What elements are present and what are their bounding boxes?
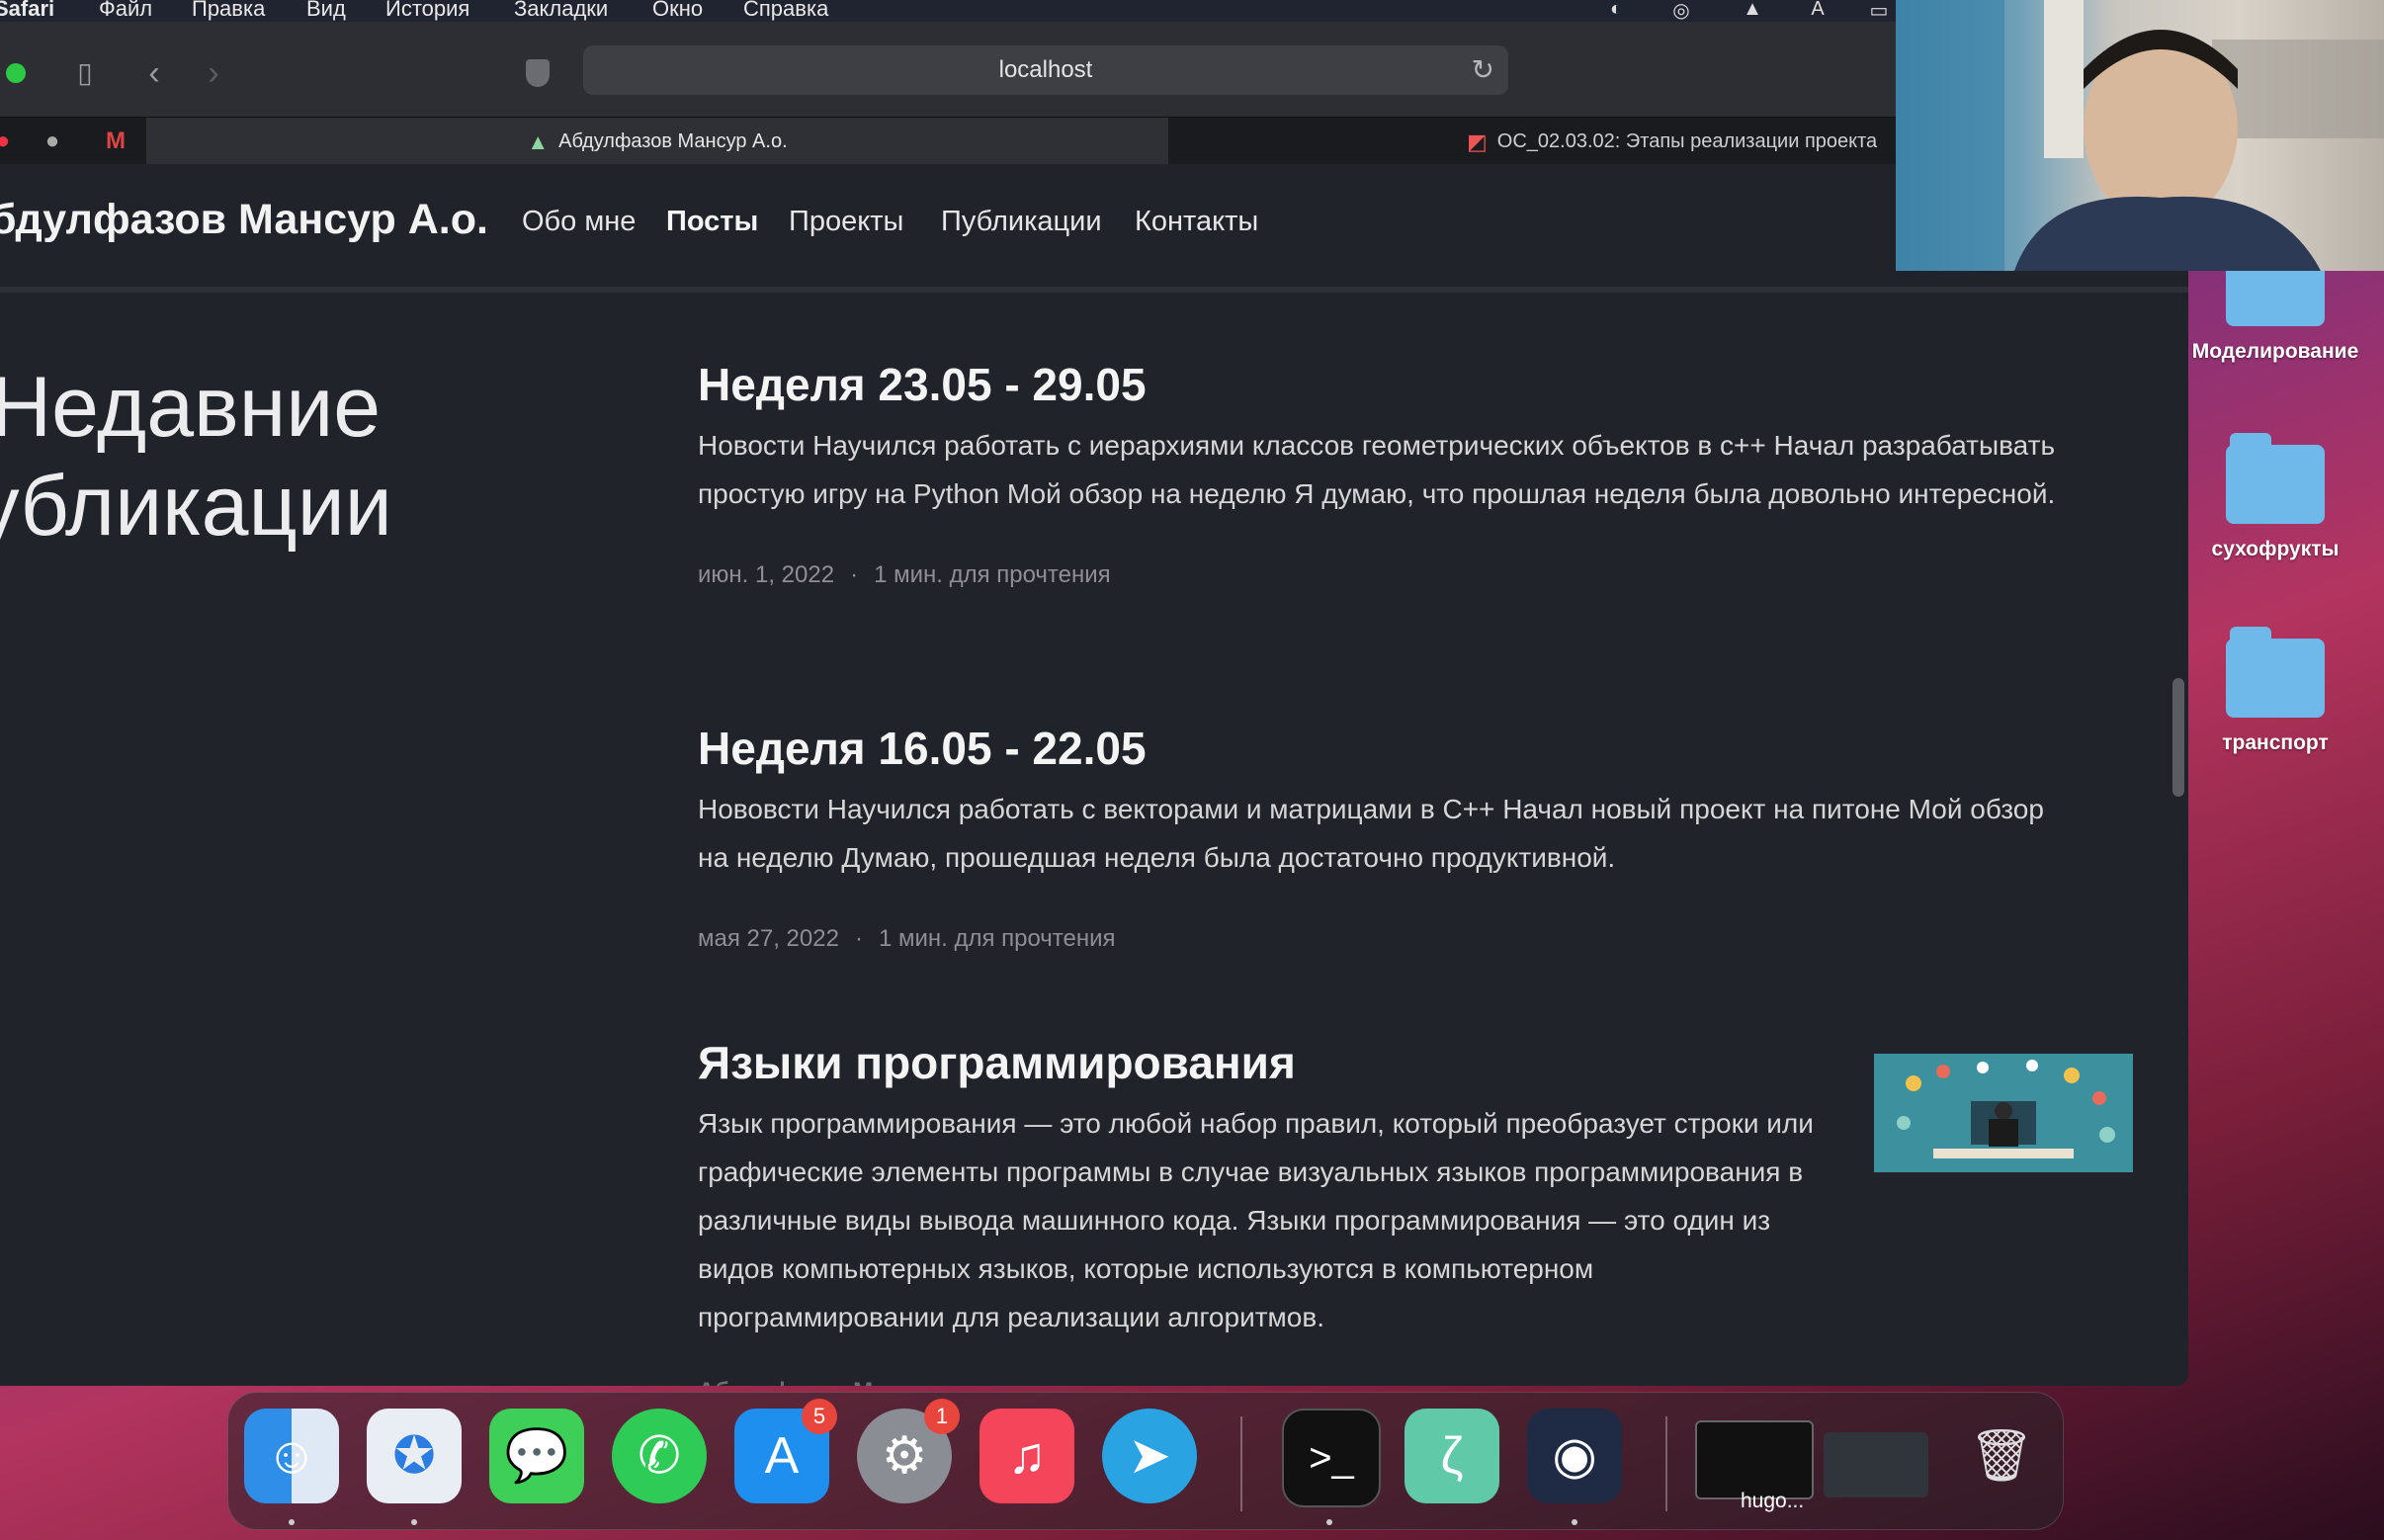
dock: ☺ ✪ 💬 ✆ A5 ⚙ 1 ♫ ➤ >_ ζ ◉ hugo... 🗑 <box>227 1392 2064 1530</box>
dock-separator <box>1665 1416 1667 1511</box>
status-icon-2[interactable]: ◎ <box>1666 0 1696 22</box>
post-card[interactable]: Неделя 16.05 - 22.05 Нововсти Научился р… <box>698 722 2082 953</box>
app-store-badge: 5 <box>802 1399 837 1434</box>
nav-contacts[interactable]: Контакты <box>1135 206 1258 238</box>
post-title[interactable]: Языки программирования <box>698 1036 1844 1089</box>
menu-app-name[interactable]: Safari <box>0 0 54 22</box>
site-favicon-icon: ▲ <box>527 128 550 154</box>
url-text: localhost <box>998 56 1093 83</box>
system-preferences-badge: 1 <box>924 1399 960 1434</box>
section-title: Недавние публикации <box>0 358 392 556</box>
dock-system-preferences-icon[interactable]: ⚙ 1 <box>857 1399 960 1503</box>
tab-active[interactable]: ▲ Абдулфазов Мансур А.о. <box>146 118 1168 165</box>
running-indicator <box>1572 1519 1577 1525</box>
menu-edit[interactable]: Правка <box>192 0 265 22</box>
post-title[interactable]: Неделя 16.05 - 22.05 <box>698 722 2082 775</box>
pinned-tab-apple-icon[interactable]: ● <box>36 126 69 157</box>
reload-icon[interactable]: ↻ <box>1472 45 1494 95</box>
tab-title: Абдулфазов Мансур А.о. <box>558 130 788 152</box>
post-date: июн. 1, 2022 <box>698 561 835 588</box>
folder-label: Моделирование <box>2191 340 2359 363</box>
nav-publications[interactable]: Публикации <box>941 206 1102 238</box>
window-zoom-button[interactable] <box>6 63 26 83</box>
dock-whatsapp-icon[interactable]: ✆ <box>612 1409 707 1503</box>
post-author-partial: Абдулфазов Мансур <box>698 1378 941 1386</box>
dock-scrivener-icon[interactable]: ζ <box>1405 1409 1499 1503</box>
nav-projects[interactable]: Проекты <box>789 206 903 238</box>
dock-app-store-icon[interactable]: A5 <box>734 1399 837 1503</box>
dock-minimized-finder-window[interactable] <box>1824 1432 1928 1497</box>
desktop-folder-dried-fruits[interactable]: сухофрукты <box>2176 433 2374 561</box>
menu-view[interactable]: Вид <box>306 0 346 22</box>
menu-bookmarks[interactable]: Закладки <box>514 0 608 22</box>
section-title-line-2: публикации <box>0 459 392 554</box>
menu-history[interactable]: История <box>385 0 469 22</box>
folder-icon <box>2226 433 2325 524</box>
dock-telegram-icon[interactable]: ➤ <box>1102 1409 1197 1503</box>
back-icon[interactable]: ‹ <box>132 51 176 95</box>
pinned-tab-1[interactable]: ● <box>0 126 20 157</box>
dock-messages-icon[interactable]: 💬 <box>489 1409 584 1503</box>
dock-trash-icon[interactable]: 🗑 <box>1954 1409 2049 1503</box>
running-indicator <box>1326 1519 1332 1525</box>
safari-window: ▯ ‹ › localhost ↻ ● ● M ▲ Абдулфазов Манс… <box>0 22 2188 1386</box>
webcam-overlay <box>1896 0 2384 271</box>
dock-minimized-terminal-window[interactable] <box>1695 1420 1814 1499</box>
forward-icon[interactable]: › <box>192 51 235 95</box>
folder-icon <box>2226 627 2325 718</box>
post-card[interactable]: Неделя 23.05 - 29.05 Новости Научился ра… <box>698 358 2082 589</box>
nav-posts[interactable]: Посты <box>666 206 758 238</box>
post-summary: Язык программирования — это любой набор … <box>698 1108 1814 1332</box>
folder-label: сухофрукты <box>2211 538 2340 560</box>
post-meta: мая 27, 2022 · 1 мин. для прочтения <box>698 925 1116 952</box>
sidebar-toggle-icon[interactable]: ▯ <box>63 51 107 95</box>
post-card[interactable]: Языки программирования Язык программиров… <box>698 1036 1844 1341</box>
nav-about[interactable]: Обо мне <box>522 206 636 238</box>
post-title[interactable]: Неделя 23.05 - 29.05 <box>698 358 2082 411</box>
dock-separator <box>1240 1416 1242 1511</box>
course-favicon-icon: ◩ <box>1467 128 1488 154</box>
post-reading-time: 1 мин. для прочтения <box>878 925 1116 952</box>
battery-icon[interactable]: ▭ <box>1864 0 1894 22</box>
folder-label: транспорт <box>2222 731 2329 754</box>
menu-file[interactable]: Файл <box>99 0 152 22</box>
running-indicator <box>289 1519 295 1525</box>
menu-help[interactable]: Справка <box>743 0 828 22</box>
post-date: мая 27, 2022 <box>698 925 839 952</box>
browser-toolbar: ▯ ‹ › localhost ↻ <box>0 22 2188 117</box>
dock-finder-icon[interactable]: ☺ <box>244 1409 339 1503</box>
web-page: бдулфазов Мансур А.о. Обо мне Посты Прое… <box>0 164 2188 1386</box>
tab-bar: ● ● M ▲ Абдулфазов Мансур А.о. ◩ OC_02.03.… <box>0 117 2188 165</box>
dock-safari-icon[interactable]: ✪ <box>367 1409 462 1503</box>
post-reading-time: 1 мин. для прочтения <box>874 561 1111 588</box>
desktop-folder-transport[interactable]: транспорт <box>2176 627 2374 755</box>
dock-terminal-icon[interactable]: >_ <box>1282 1409 1381 1507</box>
running-indicator <box>411 1519 417 1525</box>
dock-obs-icon[interactable]: ◉ <box>1527 1409 1622 1503</box>
post-summary: Нововсти Научился работать с векторами и… <box>698 794 2044 873</box>
site-header: бдулфазов Мансур А.о. Обо мне Посты Прое… <box>0 164 2188 293</box>
dock-window-label: hugo... <box>1741 1490 1805 1512</box>
post-thumbnail-image[interactable] <box>1874 1054 2133 1172</box>
address-bar[interactable]: localhost ↻ <box>583 45 1508 95</box>
privacy-shield-icon[interactable] <box>526 59 550 87</box>
section-title-line-1: Недавние <box>0 360 382 455</box>
tab-title: OC_02.03.02: Этапы реализации проекта <box>1496 130 1878 152</box>
input-source-icon[interactable]: A <box>1803 0 1832 20</box>
status-icon-1[interactable]: ◐ <box>1601 0 1631 20</box>
dock-music-icon[interactable]: ♫ <box>979 1409 1074 1503</box>
site-logo[interactable]: бдулфазов Мансур А.о. <box>0 196 488 244</box>
post-meta: июн. 1, 2022 · 1 мин. для прочтения <box>698 561 1111 588</box>
notification-icon[interactable]: ▲ <box>1738 0 1767 20</box>
pinned-tab-gmail-icon[interactable]: M <box>99 126 132 157</box>
post-summary: Новости Научился работать с иерархиями к… <box>698 430 2056 509</box>
menu-window[interactable]: Окно <box>652 0 703 22</box>
